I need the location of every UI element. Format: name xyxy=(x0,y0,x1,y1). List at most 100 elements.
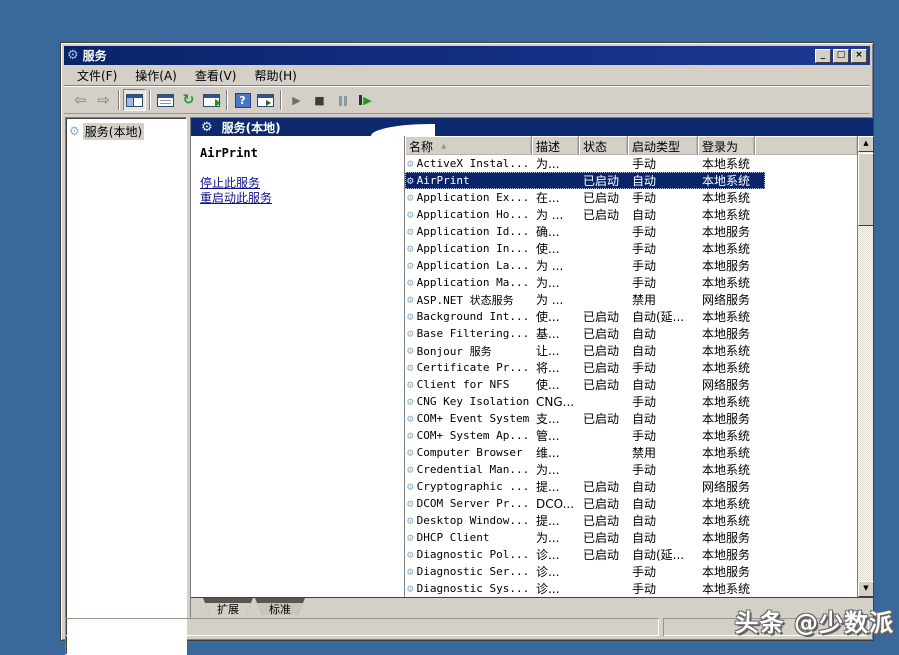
back-icon[interactable]: ⇦ xyxy=(69,89,92,111)
scrollbar-thumb[interactable] xyxy=(858,153,874,226)
menu-file[interactable]: 文件(F) xyxy=(68,65,126,86)
service-description-pane: AirPrint 停止此服务 重启动此服务 xyxy=(191,136,404,597)
stop-service-icon[interactable]: ■ xyxy=(308,89,331,111)
column-header-name[interactable]: 名称 ▲ xyxy=(405,136,532,155)
service-gear-icon: ⚙ xyxy=(407,311,414,322)
menu-help[interactable]: 帮助(H) xyxy=(245,65,305,86)
service-gear-icon: ⚙ xyxy=(407,243,414,254)
tree-item-label: 服务(本地) xyxy=(83,123,144,140)
service-gear-icon: ⚙ xyxy=(407,175,414,186)
table-row[interactable]: ⚙Background Int... 使... 已启动 自动(延... 本地系统 xyxy=(405,308,857,325)
table-row[interactable]: ⚙ActiveX Instal... 为... 手动 本地系统 xyxy=(405,155,857,172)
tab-extended[interactable]: 扩展 xyxy=(203,598,253,615)
stop-service-link[interactable]: 停止此服务 xyxy=(200,176,404,191)
help-icon[interactable]: ? xyxy=(231,89,254,111)
forward-icon[interactable]: ⇨ xyxy=(92,89,115,111)
service-gear-icon: ⚙ xyxy=(407,566,414,577)
service-gear-icon: ⚙ xyxy=(407,158,414,169)
tree-item-services-local[interactable]: ⚙ 服务(本地) xyxy=(69,123,183,140)
table-row[interactable]: ⚙Cryptographic ... 提... 已启动 自动 网络服务 xyxy=(405,478,857,495)
service-gear-icon: ⚙ xyxy=(407,481,414,492)
close-button[interactable]: × xyxy=(851,49,867,63)
table-row[interactable]: ⚙DHCP Client 为... 已启动 自动 本地服务 xyxy=(405,529,857,546)
table-row[interactable]: ⚙Application Ho... 为 ... 已启动 自动 本地系统 xyxy=(405,206,857,223)
service-gear-icon: ⚙ xyxy=(407,515,414,526)
services-window: ⚙ 服务 _ □ × 文件(F) 操作(A) 查看(V) 帮助(H) ⇦ ⇨ ↻… xyxy=(60,42,874,641)
toolbar-separator xyxy=(280,90,282,110)
table-row[interactable]: ⚙Desktop Window... 提... 已启动 自动 本地系统 xyxy=(405,512,857,529)
service-gear-icon: ⚙ xyxy=(407,328,414,339)
service-gear-icon: ⚙ xyxy=(407,447,414,458)
scroll-down-icon[interactable]: ▼ xyxy=(858,581,874,597)
service-gear-icon: ⚙ xyxy=(407,430,414,441)
service-gear-icon: ⚙ xyxy=(407,413,414,424)
list-header: 名称 ▲ 描述 状态 启动类型 登录为 xyxy=(405,136,857,155)
table-row[interactable]: ⚙DCOM Server Pr... DCO... 已启动 自动 本地系统 xyxy=(405,495,857,512)
column-header-status[interactable]: 状态 xyxy=(579,136,628,155)
service-gear-icon: ⚙ xyxy=(407,583,414,594)
table-row[interactable]: ⚙Application La... 为 ... 手动 本地服务 xyxy=(405,257,857,274)
service-gear-icon: ⚙ xyxy=(407,362,414,373)
properties-icon[interactable] xyxy=(154,89,177,111)
table-row[interactable]: ⚙COM+ Event System 支... 已启动 自动 本地服务 xyxy=(405,410,857,427)
refresh-icon[interactable]: ↻ xyxy=(177,89,200,111)
watermark-text: 头条 @少数派 xyxy=(735,603,894,638)
toolbar-separator xyxy=(149,90,151,110)
toolbar-separator xyxy=(226,90,228,110)
sort-ascending-icon: ▲ xyxy=(441,142,446,150)
show-console-tree-icon[interactable] xyxy=(123,89,146,111)
vertical-scrollbar[interactable]: ▲ ▼ xyxy=(857,136,873,597)
toolbar-separator xyxy=(118,90,120,110)
desktop-background: ⚙ 服务 _ □ × 文件(F) 操作(A) 查看(V) 帮助(H) ⇦ ⇨ ↻… xyxy=(0,0,899,655)
column-header-logon-as[interactable]: 登录为 xyxy=(698,136,755,155)
service-gear-icon: ⚙ xyxy=(407,192,414,203)
service-gear-icon: ⚙ xyxy=(407,532,414,543)
table-row[interactable]: ⚙Computer Browser 维... 禁用 本地系统 xyxy=(405,444,857,461)
service-gear-icon: ⚙ xyxy=(407,294,414,305)
service-gear-icon: ⚙ xyxy=(407,209,414,220)
service-gear-icon: ⚙ xyxy=(407,277,414,288)
table-row[interactable]: ⚙Base Filtering... 基... 已启动 自动 本地服务 xyxy=(405,325,857,342)
export-list-icon[interactable] xyxy=(200,89,223,111)
table-row[interactable]: ⚙ASP.NET 状态服务 为 ... 禁用 网络服务 xyxy=(405,291,857,308)
pause-service-icon[interactable] xyxy=(331,89,354,111)
extended-view-icon[interactable] xyxy=(254,89,277,111)
start-service-icon[interactable]: ▶ xyxy=(285,89,308,111)
table-row[interactable]: ⚙Diagnostic Pol... 诊... 已启动 自动(延... 本地服务 xyxy=(405,546,857,563)
table-row[interactable]: ⚙COM+ System Ap... 管... 手动 本地系统 xyxy=(405,427,857,444)
table-row[interactable]: ⚙Diagnostic Sys... 诊... 手动 本地系统 xyxy=(405,580,857,597)
table-row[interactable]: ⚙AirPrint 已启动 自动 本地系统 xyxy=(405,172,857,189)
column-header-description[interactable]: 描述 xyxy=(532,136,579,155)
table-row[interactable]: ⚙Credential Man... 为... 手动 本地系统 xyxy=(405,461,857,478)
window-title: 服务 xyxy=(83,47,813,64)
title-bar[interactable]: ⚙ 服务 _ □ × xyxy=(64,46,870,65)
scroll-up-icon[interactable]: ▲ xyxy=(858,136,874,152)
services-banner-icon: ⚙ xyxy=(201,121,213,134)
table-row[interactable]: ⚙Application Ma... 为... 手动 本地系统 xyxy=(405,274,857,291)
minimize-button[interactable]: _ xyxy=(815,49,831,63)
column-header-filler xyxy=(755,136,857,155)
console-tree-panel: ⚙ 服务(本地) xyxy=(65,117,187,655)
selected-service-name: AirPrint xyxy=(200,146,404,160)
service-gear-icon: ⚙ xyxy=(407,396,414,407)
tab-standard[interactable]: 标准 xyxy=(255,598,305,615)
service-gear-icon: ⚙ xyxy=(407,549,414,560)
service-gear-icon: ⚙ xyxy=(407,379,414,390)
services-list: 名称 ▲ 描述 状态 启动类型 登录为 ⚙ActiveX Instal... 为… xyxy=(404,136,873,597)
column-header-startup-type[interactable]: 启动类型 xyxy=(628,136,698,155)
menu-action[interactable]: 操作(A) xyxy=(126,65,186,86)
menu-view[interactable]: 查看(V) xyxy=(186,65,246,86)
table-row[interactable]: ⚙CNG Key Isolation CNG... 手动 本地系统 xyxy=(405,393,857,410)
table-row[interactable]: ⚙Certificate Pr... 将... 已启动 手动 本地系统 xyxy=(405,359,857,376)
service-gear-icon: ⚙ xyxy=(407,345,414,356)
table-row[interactable]: ⚙Bonjour 服务 让... 已启动 自动 本地系统 xyxy=(405,342,857,359)
restart-service-link[interactable]: 重启动此服务 xyxy=(200,191,404,206)
table-row[interactable]: ⚙Application Id... 确... 手动 本地服务 xyxy=(405,223,857,240)
table-row[interactable]: ⚙Diagnostic Ser... 诊... 手动 本地服务 xyxy=(405,563,857,580)
restart-service-icon[interactable]: ▶ xyxy=(354,89,377,111)
menu-bar: 文件(F) 操作(A) 查看(V) 帮助(H) xyxy=(64,65,870,86)
table-row[interactable]: ⚙Application Ex... 在... 已启动 手动 本地系统 xyxy=(405,189,857,206)
maximize-button[interactable]: □ xyxy=(833,49,849,63)
table-row[interactable]: ⚙Application In... 使... 手动 本地系统 xyxy=(405,240,857,257)
table-row[interactable]: ⚙Client for NFS 使... 已启动 自动 网络服务 xyxy=(405,376,857,393)
